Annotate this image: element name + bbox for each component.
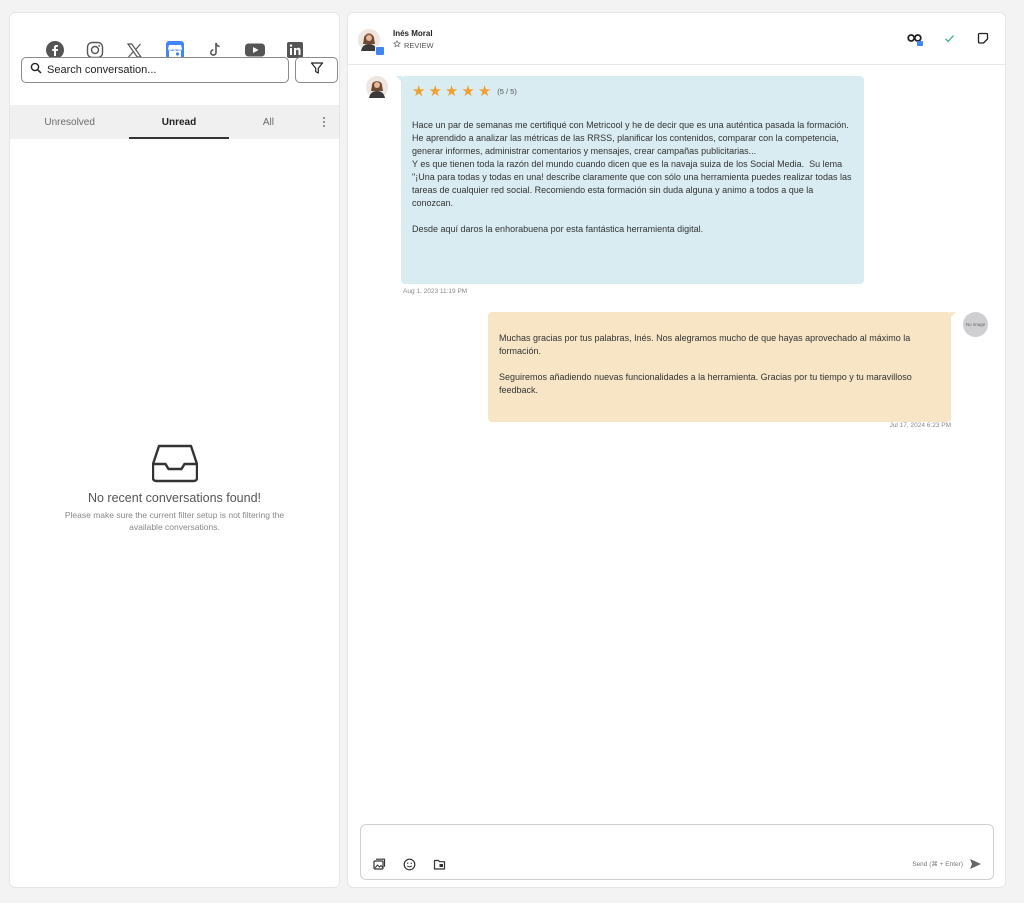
- note-icon: [977, 31, 989, 49]
- contact-type: REVIEW: [393, 40, 434, 50]
- assign-button[interactable]: [905, 30, 925, 50]
- tab-unresolved[interactable]: Unresolved: [10, 105, 129, 139]
- avatar: [366, 76, 388, 98]
- review-rating: ★ ★ ★ ★ ★ (5 / 5): [412, 84, 853, 99]
- message-timestamp: Aug 1, 2023 11:19 PM: [403, 288, 468, 295]
- tab-all[interactable]: All: [229, 105, 309, 139]
- send-icon[interactable]: [968, 857, 982, 871]
- contact-name: Inés Moral: [393, 29, 433, 38]
- message-thread: ★ ★ ★ ★ ★ (5 / 5) Hace un par de semanas…: [348, 66, 1005, 823]
- star-icon: ★: [461, 83, 475, 100]
- outgoing-message: Muchas gracias por tus palabras, Inés. N…: [488, 312, 956, 422]
- empty-state: No recent conversations found! Please ma…: [10, 443, 339, 533]
- conversation-panel: Inés Moral REVIEW ★ ★ ★ ★ ★ (5 / 5) Hace…: [347, 12, 1006, 888]
- inbox-icon: [10, 443, 339, 483]
- message-timestamp: Jul 17, 2024 6:23 PM: [889, 422, 951, 429]
- star-outline-icon: [393, 40, 401, 50]
- star-icon: ★: [444, 83, 459, 100]
- tab-unread[interactable]: Unread: [129, 105, 230, 139]
- search-icon: [30, 61, 42, 79]
- funnel-icon: [310, 61, 324, 80]
- message-composer: Send (⌘ + Enter): [360, 824, 994, 880]
- search-input[interactable]: [47, 64, 267, 76]
- search-box: [21, 57, 289, 83]
- resolve-button[interactable]: [939, 30, 959, 50]
- message-input[interactable]: [369, 831, 969, 851]
- emoji-icon[interactable]: [402, 857, 416, 871]
- conversation-header: Inés Moral REVIEW: [348, 13, 1005, 65]
- conversation-tabs: Unresolved Unread All: [10, 105, 339, 139]
- more-options-icon[interactable]: [308, 105, 339, 139]
- empty-state-title: No recent conversations found!: [87, 491, 262, 505]
- conversation-list-panel: Unresolved Unread All No recent conversa…: [9, 12, 340, 888]
- avatar[interactable]: [358, 29, 385, 56]
- filter-button[interactable]: [295, 57, 338, 83]
- star-icon: ★: [477, 83, 492, 100]
- rating-text: (5 / 5): [497, 87, 517, 96]
- saved-reply-icon[interactable]: [432, 857, 446, 871]
- owl-icon: [907, 30, 923, 51]
- google-business-badge-icon: [375, 46, 385, 56]
- notes-button[interactable]: [973, 30, 993, 50]
- star-icon: ★: [428, 83, 442, 100]
- header-actions: [905, 30, 993, 50]
- contact-type-label: REVIEW: [404, 40, 434, 50]
- empty-state-description: Please make sure the current filter setu…: [64, 510, 285, 532]
- image-icon[interactable]: [372, 857, 386, 871]
- message-body: Hace un par de semanas me certifiqué con…: [412, 120, 852, 234]
- composer-tools: [372, 857, 446, 871]
- check-icon: [944, 31, 955, 49]
- incoming-message: ★ ★ ★ ★ ★ (5 / 5) Hace un par de semanas…: [396, 76, 864, 284]
- send-hint: Send (⌘ + Enter): [912, 861, 963, 868]
- star-icon: ★: [412, 83, 426, 100]
- avatar: No image: [963, 312, 988, 337]
